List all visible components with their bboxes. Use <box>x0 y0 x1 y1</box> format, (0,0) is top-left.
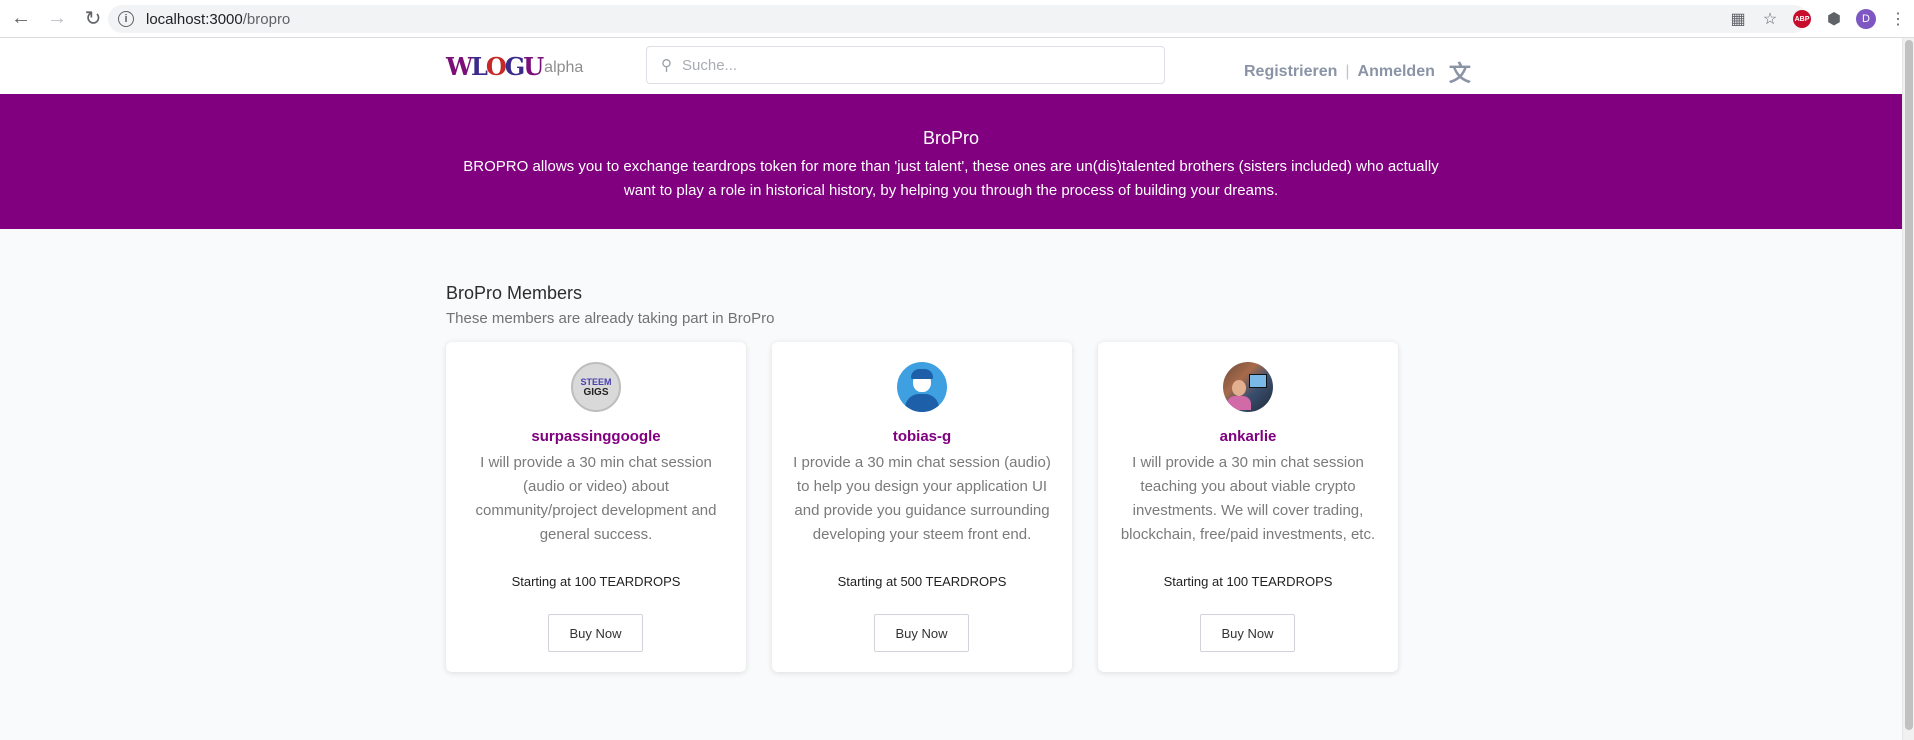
avatar-body-shape <box>905 394 939 412</box>
address-bar[interactable]: i localhost:3000/bropro <box>108 5 1808 33</box>
member-name[interactable]: ankarlie <box>1098 428 1398 445</box>
back-arrow-icon[interactable]: ← <box>6 4 36 34</box>
member-name[interactable]: tobias-g <box>772 428 1072 445</box>
page-scrollbar[interactable] <box>1902 38 1914 740</box>
search-box: ⚲ <box>646 46 1165 84</box>
member-description: I will provide a 30 min chat session (au… <box>475 454 717 543</box>
auth-links: Registrieren | Anmelden 文 <box>1244 56 1471 88</box>
logo-letter-o: O <box>485 52 507 81</box>
url-host: localhost:3000 <box>146 10 243 28</box>
section-title: BroPro Members <box>446 283 583 303</box>
section-subtitle: These members are already taking part in… <box>446 310 775 327</box>
adblock-label: ABP <box>1793 10 1811 28</box>
logo-letter-w: W <box>446 52 473 81</box>
member-card: ankarlie I will provide a 30 min chat se… <box>1098 342 1398 672</box>
avatar-hair-shape <box>911 369 933 379</box>
avatar-photo-face <box>1232 380 1246 396</box>
member-price: Starting at 500 TEARDROPS <box>837 574 1007 589</box>
member-price: Starting at 100 TEARDROPS <box>1163 574 1333 589</box>
avatar-photo-shirt <box>1227 396 1251 410</box>
site-header: WLOGU alpha ⚲ Registrieren | Anmelden 文 <box>0 38 1902 94</box>
avatar-photo-screen <box>1249 374 1267 388</box>
member-card: STEEM GIGS surpassinggoogle I will provi… <box>446 342 746 672</box>
url-text: localhost:3000/bropro <box>146 11 290 28</box>
buy-now-button[interactable]: Buy Now <box>548 614 643 652</box>
site-info-icon[interactable]: i <box>118 11 134 27</box>
search-icon: ⚲ <box>661 57 672 74</box>
profile-initial: D <box>1856 9 1876 29</box>
buy-now-button[interactable]: Buy Now <box>1200 614 1295 652</box>
bropro-banner: BroPro BROPRO allows you to exchange tea… <box>0 94 1902 229</box>
member-avatar[interactable] <box>1223 362 1273 412</box>
avatar-logo-text-top: STEEM <box>580 376 612 387</box>
member-card: tobias-g I provide a 30 min chat session… <box>772 342 1072 672</box>
buy-now-button[interactable]: Buy Now <box>874 614 969 652</box>
logo-letter-u: U <box>523 52 544 81</box>
profile-avatar-icon[interactable]: D <box>1850 3 1882 35</box>
banner-description: BROPRO allows you to exchange teardrops … <box>463 158 1439 199</box>
member-price: Starting at 100 TEARDROPS <box>511 574 681 589</box>
url-path: /bropro <box>242 10 291 28</box>
scrollbar-thumb[interactable] <box>1905 40 1913 730</box>
extension-cube-icon[interactable]: ⬢ <box>1818 3 1850 35</box>
banner-title: BroPro <box>922 128 980 148</box>
logo-letter-l: L <box>470 52 488 81</box>
site-logo[interactable]: WLOGU alpha <box>446 52 583 81</box>
logo-alpha-tag: alpha <box>544 59 584 76</box>
language-translate-icon[interactable]: 文 <box>1449 56 1471 88</box>
member-avatar[interactable] <box>897 362 947 412</box>
translate-page-icon[interactable]: ▦ <box>1722 3 1754 35</box>
avatar-logo-text-bottom: GIGS <box>583 386 609 398</box>
member-name[interactable]: surpassinggoogle <box>446 428 746 445</box>
search-input[interactable] <box>682 56 1122 74</box>
logo-mark: WLOGU <box>446 52 544 81</box>
member-description: I will provide a 30 min chat session tea… <box>1120 454 1376 543</box>
member-avatar[interactable]: STEEM GIGS <box>571 362 621 412</box>
auth-separator: | <box>1345 63 1350 80</box>
forward-arrow-icon[interactable]: → <box>42 4 72 34</box>
reload-icon[interactable]: ↻ <box>78 4 108 34</box>
login-link[interactable]: Anmelden <box>1358 63 1435 81</box>
member-card-list: STEEM GIGS surpassinggoogle I will provi… <box>446 342 1398 672</box>
adblock-plus-icon[interactable]: ABP <box>1786 3 1818 35</box>
menu-kebab-icon[interactable]: ⋮ <box>1882 3 1914 35</box>
browser-toolbar: ← → ↻ i localhost:3000/bropro ▦ ☆ ABP ⬢ … <box>0 0 1914 38</box>
logo-letter-g: G <box>504 52 525 81</box>
register-link[interactable]: Registrieren <box>1244 63 1337 81</box>
browser-extension-area: ▦ ☆ ABP ⬢ D ⋮ <box>1722 0 1914 38</box>
bookmark-star-icon[interactable]: ☆ <box>1754 3 1786 35</box>
member-description: I provide a 30 min chat session (audio) … <box>793 454 1051 543</box>
